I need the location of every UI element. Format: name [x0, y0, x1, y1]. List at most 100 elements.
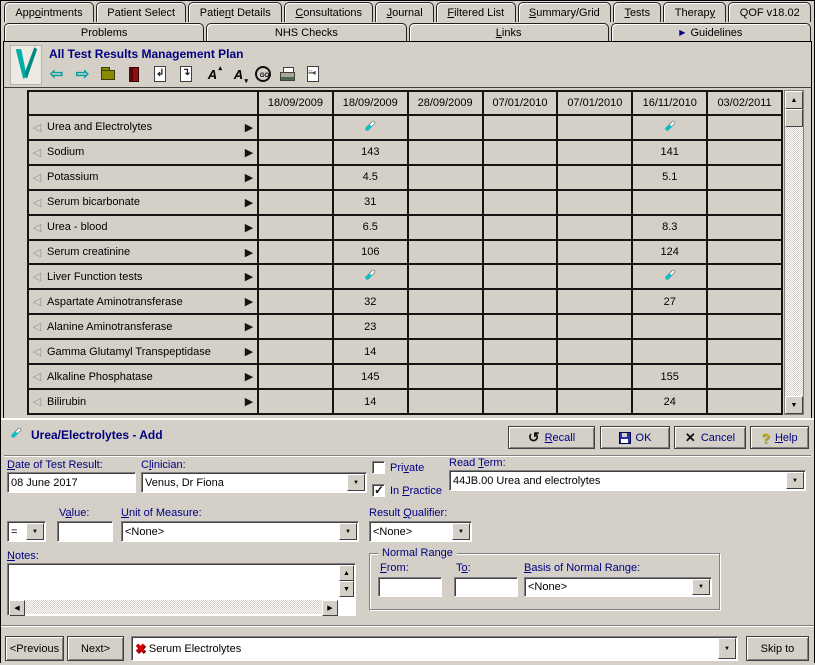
result-cell[interactable] [708, 191, 781, 214]
result-cell[interactable] [708, 241, 781, 264]
result-cell[interactable] [633, 116, 706, 139]
result-cell[interactable] [409, 241, 482, 264]
read-term-dropdown[interactable]: 44JB.00 Urea and electrolytes [449, 470, 806, 491]
from-input[interactable] [378, 577, 442, 597]
tab-tests[interactable]: Tests [613, 2, 661, 22]
ok-button[interactable]: OK [600, 426, 670, 449]
test-row-label[interactable]: Alkaline Phosphatase [29, 365, 257, 388]
dropdown-arrow-icon[interactable] [452, 523, 470, 540]
result-cell[interactable] [708, 116, 781, 139]
row-left-chevron-icon[interactable] [31, 295, 43, 308]
result-cell[interactable] [558, 216, 631, 239]
result-cell[interactable] [334, 116, 407, 139]
back-arrow-icon[interactable] [47, 65, 66, 84]
result-cell[interactable] [484, 216, 557, 239]
scroll-right-button[interactable] [322, 600, 338, 616]
result-cell[interactable] [708, 315, 781, 338]
scroll-up-button[interactable] [339, 565, 354, 581]
date-column-header[interactable]: 16/11/2010 [633, 92, 706, 114]
result-cell[interactable] [708, 290, 781, 313]
result-cell[interactable]: 106 [334, 241, 407, 264]
date-column-header[interactable]: 07/01/2010 [558, 92, 631, 114]
dropdown-arrow-icon[interactable] [347, 474, 365, 491]
value-input[interactable] [57, 521, 113, 542]
tab-nhs-checks[interactable]: NHS Checks [206, 23, 406, 41]
result-cell[interactable] [558, 340, 631, 363]
scroll-up-button[interactable] [785, 91, 803, 109]
result-cell[interactable]: 124 [633, 241, 706, 264]
result-cell[interactable] [259, 265, 332, 288]
tab-links[interactable]: Links [409, 23, 609, 41]
page-selector-dropdown[interactable]: Serum Electrolytes [131, 636, 738, 661]
row-right-chevron-icon[interactable] [243, 345, 255, 358]
result-cell[interactable] [259, 191, 332, 214]
basis-of-normal-range-dropdown[interactable]: <None> [524, 577, 712, 597]
font-larger-icon[interactable] [203, 65, 222, 84]
result-cell[interactable]: 155 [633, 365, 706, 388]
forward-arrow-icon[interactable] [73, 65, 92, 84]
tab-therapy[interactable]: Therapy [663, 2, 726, 22]
scrollbar-track[interactable] [785, 127, 803, 396]
row-left-chevron-icon[interactable] [31, 395, 43, 408]
result-cell[interactable] [633, 191, 706, 214]
row-right-chevron-icon[interactable] [243, 121, 255, 134]
result-cell[interactable] [484, 116, 557, 139]
import-page-icon[interactable] [177, 65, 196, 84]
open-folder-icon[interactable] [99, 65, 118, 84]
row-left-chevron-icon[interactable] [31, 320, 43, 333]
tab-journal[interactable]: Journal [375, 2, 434, 22]
row-left-chevron-icon[interactable] [31, 345, 43, 358]
result-cell[interactable] [484, 191, 557, 214]
scroll-down-button[interactable] [339, 581, 354, 597]
tab-guidelines[interactable]: Guidelines [611, 23, 811, 41]
row-right-chevron-icon[interactable] [243, 146, 255, 159]
result-cell[interactable]: 8.3 [633, 216, 706, 239]
row-left-chevron-icon[interactable] [31, 370, 43, 383]
row-left-chevron-icon[interactable] [31, 196, 43, 209]
tab-patient-select[interactable]: Patient Select [96, 2, 187, 22]
result-cell[interactable] [708, 340, 781, 363]
skip-to-button[interactable]: Skip to [746, 636, 809, 661]
result-cell[interactable] [409, 216, 482, 239]
result-cell[interactable] [484, 241, 557, 264]
row-right-chevron-icon[interactable] [243, 370, 255, 383]
result-cell[interactable] [409, 141, 482, 164]
result-cell[interactable] [558, 116, 631, 139]
result-cell[interactable] [558, 290, 631, 313]
row-right-chevron-icon[interactable] [243, 221, 255, 234]
result-cell[interactable] [558, 365, 631, 388]
test-row-label[interactable]: Liver Function tests [29, 265, 257, 288]
result-cell[interactable] [259, 166, 332, 189]
tab-consultations[interactable]: Consultations [284, 2, 373, 22]
row-right-chevron-icon[interactable] [243, 171, 255, 184]
row-right-chevron-icon[interactable] [243, 320, 255, 333]
test-row-label[interactable]: Urea and Electrolytes [29, 116, 257, 139]
test-row-label[interactable]: Bilirubin [29, 390, 257, 413]
test-row-label[interactable]: Aspartate Aminotransferase [29, 290, 257, 313]
row-left-chevron-icon[interactable] [31, 221, 43, 234]
result-cell[interactable] [259, 216, 332, 239]
result-cell[interactable] [409, 166, 482, 189]
result-cell[interactable] [484, 340, 557, 363]
print-icon[interactable] [278, 65, 297, 84]
clinician-dropdown[interactable]: Venus, Dr Fiona [141, 472, 367, 493]
row-right-chevron-icon[interactable] [243, 295, 255, 308]
tab-problems[interactable]: Problems [4, 23, 204, 41]
sort-list-icon[interactable] [151, 65, 170, 84]
test-row-label[interactable]: Sodium [29, 141, 257, 164]
private-checkbox[interactable] [372, 461, 385, 474]
in-practice-checkbox[interactable] [372, 484, 385, 497]
result-cell[interactable] [484, 290, 557, 313]
dropdown-arrow-icon[interactable] [26, 523, 44, 540]
result-cell[interactable] [259, 116, 332, 139]
result-cell[interactable] [259, 315, 332, 338]
result-cell[interactable] [708, 166, 781, 189]
row-right-chevron-icon[interactable] [243, 196, 255, 209]
result-cell[interactable] [409, 340, 482, 363]
unit-of-measure-dropdown[interactable]: <None> [121, 521, 359, 542]
operator-dropdown[interactable]: = [7, 521, 46, 542]
result-cell[interactable] [484, 166, 557, 189]
scrollbar-thumb[interactable] [785, 109, 803, 127]
go-icon[interactable] [255, 66, 271, 82]
tab-patient-details[interactable]: Patient Details [188, 2, 282, 22]
